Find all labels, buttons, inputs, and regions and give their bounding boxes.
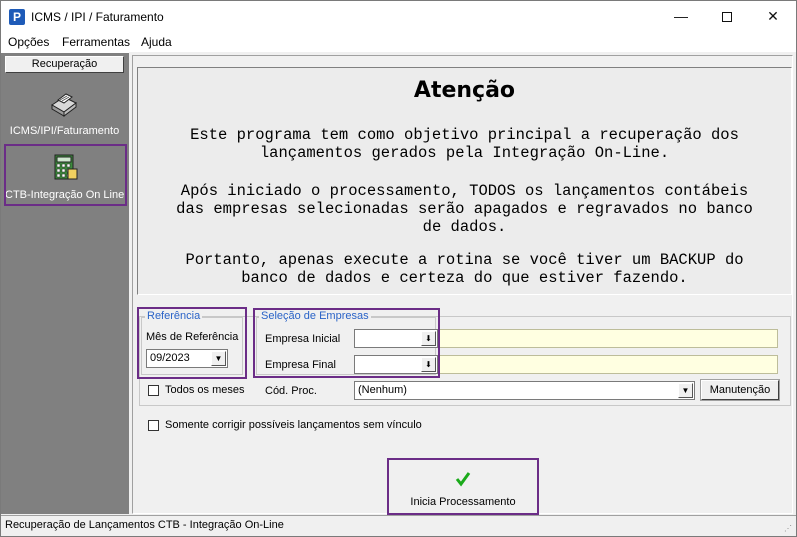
- empresa-final-name: [439, 355, 778, 374]
- highlight-ctb: [4, 144, 127, 206]
- minimize-icon: —: [674, 8, 688, 24]
- highlight-start: [387, 458, 539, 515]
- empresa-inicial-name: [439, 329, 778, 348]
- menu-opcoes[interactable]: Opções: [8, 35, 49, 49]
- status-bar: Recuperação de Lançamentos CTB - Integra…: [1, 515, 796, 536]
- highlight-empresas: [253, 308, 440, 378]
- cod-proc-value: (Nenhum): [358, 384, 407, 396]
- somente-corrigir-checkbox[interactable]: [148, 420, 159, 431]
- menu-ferramentas[interactable]: Ferramentas: [62, 35, 130, 49]
- sidebar-item-label: ICMS/IPI/Faturamento: [9, 125, 120, 137]
- chevron-down-icon[interactable]: ▼: [678, 383, 693, 398]
- app-icon: P: [9, 9, 25, 25]
- sidebar-item-icms[interactable]: ICMS/IPI/Faturamento: [5, 83, 124, 141]
- printer-icon: [51, 93, 77, 117]
- menu-ajuda[interactable]: Ajuda: [141, 35, 172, 49]
- notice-title: Atenção: [413, 78, 516, 103]
- title-bar[interactable]: P ICMS / IPI / Faturamento — ✕: [1, 1, 796, 32]
- minimize-button[interactable]: —: [658, 1, 704, 32]
- sidebar-header[interactable]: Recuperação: [5, 56, 124, 73]
- manutencao-button[interactable]: Manutenção: [700, 379, 780, 401]
- cod-proc-select[interactable]: (Nenhum) ▼: [354, 381, 695, 400]
- main-window: P ICMS / IPI / Faturamento — ✕ Opções Fe…: [0, 0, 797, 537]
- close-button[interactable]: ✕: [750, 1, 796, 32]
- highlight-referencia: [137, 307, 247, 379]
- notice-paragraph-3: Portanto, apenas execute a rotina se voc…: [185, 251, 744, 287]
- cod-proc-label: Cód. Proc.: [265, 385, 317, 397]
- somente-corrigir-label: Somente corrigir possíveis lançamentos s…: [165, 419, 422, 431]
- sidebar: Recuperação ICMS/IPI/Faturamento CTB-Int…: [1, 52, 129, 514]
- maximize-button[interactable]: [704, 1, 750, 32]
- menu-bar: Opções Ferramentas Ajuda: [1, 32, 796, 52]
- notice-paragraph-2: Após iniciado o processamento, TODOS os …: [176, 182, 753, 236]
- status-text: Recuperação de Lançamentos CTB - Integra…: [5, 519, 284, 531]
- notice-paragraph-1: Este programa tem como objetivo principa…: [190, 126, 739, 162]
- resize-grip-icon[interactable]: ⋰: [784, 524, 794, 534]
- notice-panel: Atenção Este programa tem como objetivo …: [137, 67, 792, 295]
- todos-os-meses-label: Todos os meses: [165, 384, 245, 396]
- todos-os-meses-checkbox[interactable]: [148, 385, 159, 396]
- window-title: ICMS / IPI / Faturamento: [31, 10, 164, 24]
- close-icon: ✕: [767, 8, 779, 24]
- maximize-icon: [722, 12, 732, 23]
